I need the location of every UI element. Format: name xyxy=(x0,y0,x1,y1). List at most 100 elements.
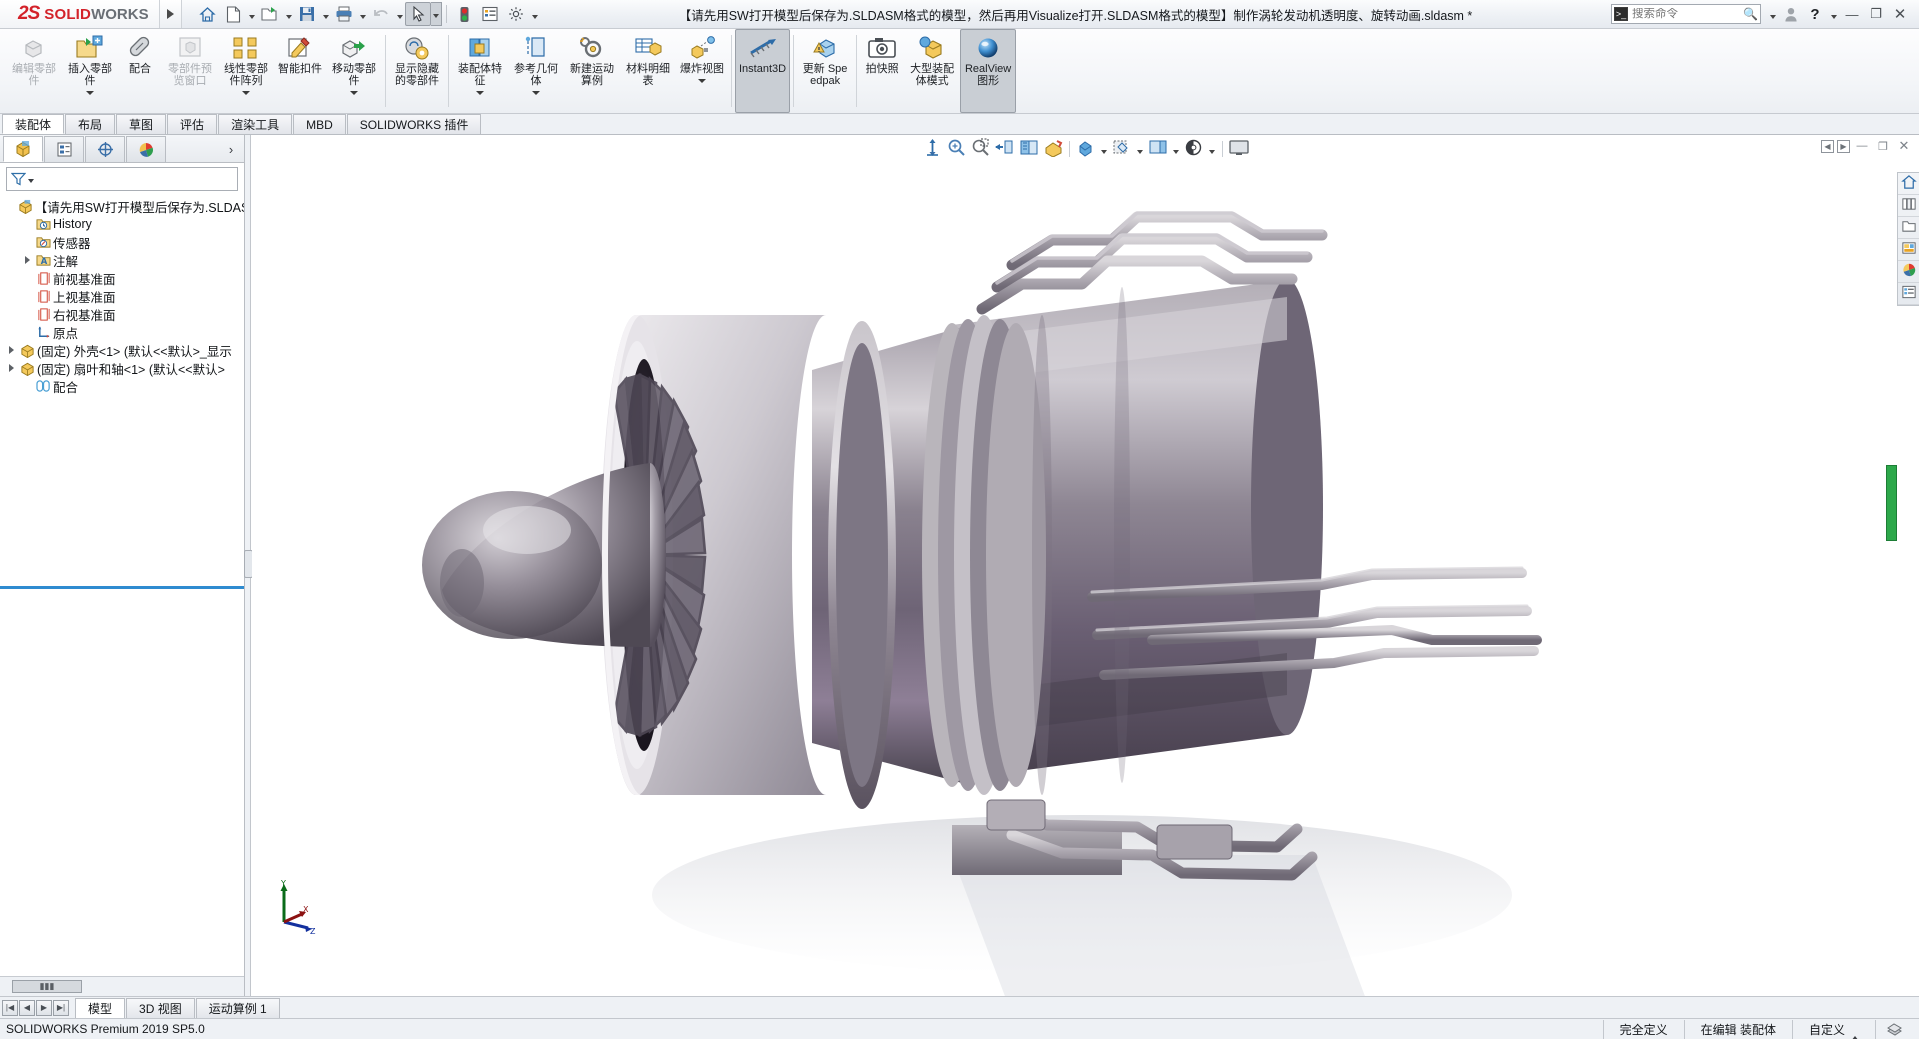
tree-node[interactable]: 传感器 xyxy=(0,233,244,251)
chevron-down-icon[interactable] xyxy=(1171,138,1181,160)
chevron-down-icon[interactable] xyxy=(476,87,484,98)
ribbon-button-edit-component[interactable]: 编辑零部件 xyxy=(6,29,62,113)
new-document-dropdown[interactable] xyxy=(246,2,257,26)
ribbon-button-realview-graphics[interactable]: RealView 图形 xyxy=(960,29,1016,113)
ribbon-button-large-assembly-mode[interactable]: 大型装配体模式 xyxy=(904,29,960,113)
tab-nav-last[interactable]: ▶| xyxy=(53,1000,69,1016)
open-folder-icon[interactable] xyxy=(257,2,283,26)
minimize-button[interactable]: — xyxy=(1841,2,1863,26)
ribbon-button-instant3d[interactable]: Instant3D xyxy=(735,29,790,113)
view-toolbar-zoom-to-area[interactable] xyxy=(946,138,968,160)
options-dropdown[interactable] xyxy=(529,2,540,26)
view-toolbar-viewport[interactable] xyxy=(1228,138,1250,160)
status-overlay-icon[interactable] xyxy=(1875,1020,1913,1039)
ribbon-button-move-component[interactable]: 移动零部件 xyxy=(326,29,382,113)
view-toolbar-zoom-to-fit[interactable] xyxy=(922,138,944,160)
undo-icon[interactable] xyxy=(368,2,394,26)
tree-node[interactable]: (固定) 外壳<1> (默认<<默认>_显示 xyxy=(0,341,244,359)
ribbon-button-snapshot-camera[interactable]: 拍快照 xyxy=(860,29,904,113)
doc-minimize-button[interactable]: — xyxy=(1853,137,1871,155)
bottom-tab-2[interactable]: 运动算例 1 xyxy=(196,998,280,1019)
view-toolbar-previous-view[interactable] xyxy=(970,138,992,160)
task-pane-custom-properties[interactable] xyxy=(1898,283,1919,305)
tree-node[interactable]: A注解 xyxy=(0,251,244,269)
view-toolbar-section-view[interactable] xyxy=(994,138,1016,160)
doc-restore-button[interactable]: ❐ xyxy=(1874,137,1892,155)
ribbon-button-show-hidden-components[interactable]: 显示隐藏的零部件 xyxy=(389,29,445,113)
undo-dropdown[interactable] xyxy=(394,2,405,26)
help-icon[interactable]: ? xyxy=(1804,2,1826,26)
tab-5[interactable]: MBD xyxy=(293,114,346,134)
task-pane-appearances-scenes[interactable] xyxy=(1898,261,1919,283)
status-custom-unit[interactable]: 自定义 xyxy=(1792,1020,1875,1039)
expand-arrow-icon[interactable] xyxy=(20,256,34,264)
feature-tree-filter[interactable] xyxy=(6,167,238,191)
tree-node[interactable]: 前视基准面 xyxy=(0,269,244,287)
tree-node[interactable]: 原点 xyxy=(0,323,244,341)
gear-icon[interactable] xyxy=(503,2,529,26)
help-dropdown[interactable] xyxy=(1828,2,1839,26)
doc-prev-button[interactable]: ◀ xyxy=(1821,140,1834,153)
view-toolbar-edit-appearance[interactable] xyxy=(1111,138,1133,160)
solidworks-logo[interactable]: 2S SOLID WORKS xyxy=(0,0,160,28)
ribbon-button-assembly-feature[interactable]: 装配体特征 xyxy=(452,29,508,113)
select-dropdown[interactable] xyxy=(431,2,442,26)
view-toolbar-hide-show-items[interactable] xyxy=(1075,138,1097,160)
select-cursor-icon[interactable] xyxy=(405,2,431,26)
tab-1[interactable]: 布局 xyxy=(65,114,115,134)
search-input[interactable] xyxy=(1632,8,1730,20)
turbofan-engine-model[interactable] xyxy=(252,135,1919,996)
tab-nav-prev[interactable]: ◀ xyxy=(19,1000,35,1016)
feature-tree[interactable]: 【请先用SW打开模型后保存为.SLDASMHistory传感器A注解前视基准面上… xyxy=(0,193,244,584)
tree-node[interactable]: 右视基准面 xyxy=(0,305,244,323)
tab-nav-first[interactable]: |◀ xyxy=(2,1000,18,1016)
rebuild-icon[interactable] xyxy=(451,2,477,26)
view-toolbar-view-orientation[interactable] xyxy=(1018,138,1040,160)
ribbon-button-linear-pattern[interactable]: 线性零部件阵列 xyxy=(218,29,274,113)
tab-0[interactable]: 装配体 xyxy=(2,114,64,134)
search-icon[interactable]: 🔍 xyxy=(1743,7,1758,21)
chevron-down-icon[interactable] xyxy=(1099,138,1109,160)
open-dropdown[interactable] xyxy=(283,2,294,26)
view-toolbar-apply-scene[interactable] xyxy=(1147,138,1169,160)
tree-node[interactable]: 上视基准面 xyxy=(0,287,244,305)
tab-6[interactable]: SOLIDWORKS 插件 xyxy=(347,114,482,134)
chevron-down-icon[interactable] xyxy=(1135,138,1145,160)
ribbon-button-smart-fasteners[interactable]: 智能扣件 xyxy=(274,29,326,113)
ribbon-button-mate[interactable]: 配合 xyxy=(118,29,162,113)
task-pane-sw-resources[interactable] xyxy=(1898,173,1919,195)
chevron-up-icon[interactable] xyxy=(1851,1022,1859,1036)
chevron-down-icon[interactable] xyxy=(242,87,250,98)
view-toolbar-view-settings[interactable] xyxy=(1183,138,1205,160)
ribbon-button-component-preview[interactable]: 零部件预览窗口 xyxy=(162,29,218,113)
tree-node[interactable]: 配合 xyxy=(0,377,244,395)
task-pane-file-explorer[interactable] xyxy=(1898,217,1919,239)
new-document-icon[interactable] xyxy=(220,2,246,26)
tab-nav-next[interactable]: ▶ xyxy=(36,1000,52,1016)
chevron-down-icon[interactable] xyxy=(532,87,540,98)
print-dropdown[interactable] xyxy=(357,2,368,26)
menu-expand-arrow[interactable] xyxy=(160,0,182,28)
bottom-tab-1[interactable]: 3D 视图 xyxy=(126,998,195,1019)
close-button[interactable]: ✕ xyxy=(1889,2,1911,26)
doc-close-button[interactable]: ✕ xyxy=(1895,137,1913,155)
expand-arrow-icon[interactable] xyxy=(4,364,18,372)
save-icon[interactable] xyxy=(294,2,320,26)
options-list-icon[interactable] xyxy=(477,2,503,26)
chevron-down-icon[interactable] xyxy=(86,87,94,98)
search-commands-box[interactable]: >_ 🔍 xyxy=(1611,4,1761,24)
task-pane-design-library[interactable] xyxy=(1898,195,1919,217)
tab-2[interactable]: 草图 xyxy=(116,114,166,134)
ribbon-button-exploded-view[interactable]: 爆炸视图 xyxy=(676,29,728,113)
home-icon[interactable] xyxy=(194,2,220,26)
graphics-area[interactable]: ◀ ▶ — ❐ ✕ Y Z X xyxy=(252,135,1919,996)
print-icon[interactable] xyxy=(331,2,357,26)
tree-node[interactable]: 【请先用SW打开模型后保存为.SLDASM xyxy=(0,197,244,215)
ribbon-button-insert-component[interactable]: 插入零部件 xyxy=(62,29,118,113)
property-manager-tab[interactable] xyxy=(44,136,84,162)
search-dropdown[interactable] xyxy=(1767,2,1778,26)
display-manager-tab[interactable] xyxy=(126,136,166,162)
ribbon-button-bill-of-materials[interactable]: 材料明细表 xyxy=(620,29,676,113)
ribbon-button-new-motion-study[interactable]: 新建运动算例 xyxy=(564,29,620,113)
graphics-vertical-scrollbar-thumb[interactable] xyxy=(1886,465,1897,541)
